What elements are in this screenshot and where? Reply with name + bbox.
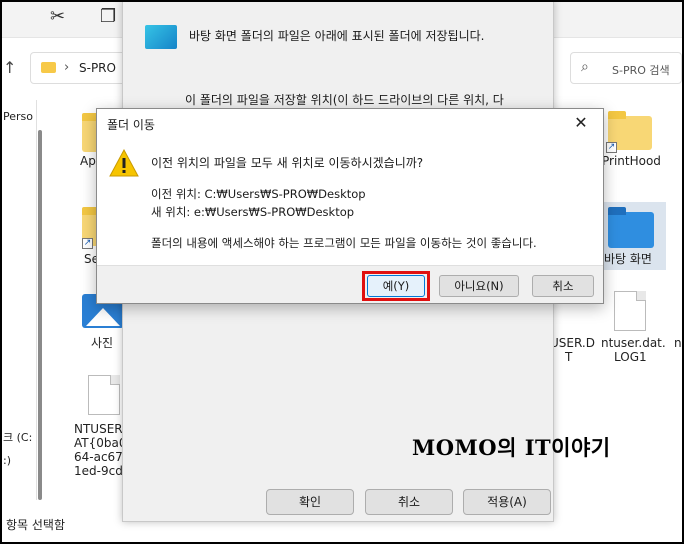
dialog-title: 폴더 이동 [107,118,155,132]
new-location-text: 새 위치: e:₩Users₩S-PRO₩Desktop [151,205,355,219]
document-icon[interactable] [614,291,646,331]
file-item-label[interactable]: T [565,350,572,365]
navigation-pane: Perso 크 (C: :) [0,92,40,512]
search-icon: ⌕ [581,59,589,75]
cut-icon[interactable]: ✂ [50,6,65,27]
file-item-label[interactable]: Ap [80,154,96,169]
dialog-button-bar: 예(Y) 아니요(N) 취소 [97,265,603,303]
desktop-folder-icon[interactable] [608,207,654,248]
file-item-label[interactable]: 64-ac67- [74,450,127,465]
copy-icon[interactable]: ❐ [100,6,116,27]
nav-item-personal[interactable]: Perso [3,110,33,123]
dialog-footer: 확인 취소 적용(A) [123,471,553,521]
file-item-label[interactable]: 사진 [91,336,113,351]
location-description: 바탕 화면 폴더의 파일은 아래에 표시된 폴더에 저장됩니다. [189,29,485,43]
watermark-it: IT [524,435,552,460]
shortcut-arrow-icon: ↗ [82,238,93,249]
document-icon[interactable] [88,375,120,415]
move-folder-confirm-dialog: 폴더 이동 ✕ 이전 위치의 파일을 모두 새 위치로 이동하시겠습니까? 이전… [96,108,604,304]
file-item-label[interactable]: PrintHood [602,154,661,169]
back-icon[interactable]: ↑ [3,58,16,77]
watermark: MOMO의 IT이야기 [412,432,611,462]
location-instructions: 이 폴더의 파일을 저장할 위치(이 하드 드라이브의 다른 위치, 다 [185,93,504,107]
nav-item-drive-c[interactable]: 크 (C: [3,429,32,445]
folder-icon [41,62,56,73]
advice-text: 폴더의 내용에 액세스해야 하는 프로그램이 모든 파일을 이동하는 것이 좋습… [151,236,537,250]
file-item-label[interactable]: LOG1 [614,350,647,365]
warning-icon [109,149,139,177]
file-item-label[interactable]: NTUSER. [74,422,126,437]
cancel-button[interactable]: 취소 [365,489,453,515]
file-item-label[interactable]: ntuser.dat. [601,336,666,351]
ok-button[interactable]: 확인 [266,489,354,515]
shortcut-arrow-icon: ↗ [606,142,617,153]
nav-item-drive[interactable]: :) [3,454,11,467]
file-item-label[interactable]: n [674,336,682,351]
old-location-text: 이전 위치: C:₩Users₩S-PRO₩Desktop [151,187,366,201]
apply-button[interactable]: 적용(A) [463,489,551,515]
confirm-question: 이전 위치의 파일을 모두 새 위치로 이동하시겠습니까? [151,156,424,170]
address-path: S-PRO [79,61,116,75]
chevron-right-icon: › [64,60,70,75]
search-placeholder: S-PRO 검색 [612,64,670,77]
cancel-button[interactable]: 취소 [532,275,594,297]
no-button[interactable]: 아니요(N) [439,275,519,297]
nav-scrollbar-thumb[interactable] [38,130,42,500]
watermark-story: 이야기 [551,436,611,460]
watermark-particle: 의 [497,436,525,460]
dialog-titlebar: 폴더 이동 ✕ [97,109,603,139]
close-icon[interactable]: ✕ [567,112,595,134]
folder-location-icon [145,25,177,49]
watermark-brand: MOMO [412,435,498,460]
status-bar-text: 항목 선택함 [6,518,66,532]
file-item-label[interactable]: USER.D [550,336,595,351]
red-highlight-box [362,271,430,301]
search-input[interactable]: ⌕ S-PRO 검색 [570,52,682,84]
file-item-label[interactable]: 바탕 화면 [604,252,652,267]
